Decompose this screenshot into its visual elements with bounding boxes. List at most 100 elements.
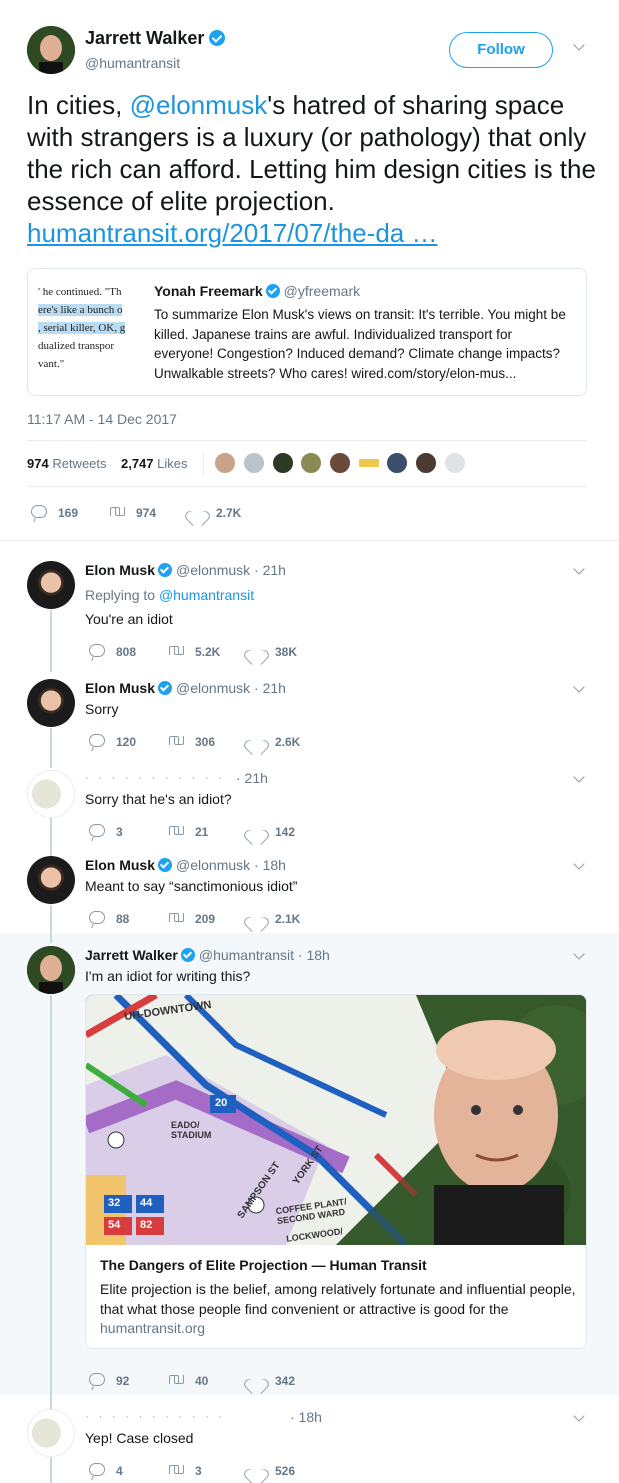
- article-link[interactable]: humantransit.org/2017/07/the-da …: [27, 218, 437, 248]
- follow-button[interactable]: Follow: [449, 32, 553, 68]
- retweet-count[interactable]: 306: [195, 735, 215, 749]
- reply-author[interactable]: · 21h: [236, 770, 268, 786]
- reply-icon[interactable]: [31, 505, 47, 518]
- liker-avatar[interactable]: [444, 452, 466, 474]
- quoted-tweet-card[interactable]: ' he continued. "Th ere's like a bunch o…: [27, 268, 587, 396]
- like-count[interactable]: 342: [275, 1374, 295, 1388]
- reply-time[interactable]: · 18h: [254, 857, 286, 873]
- like-icon[interactable]: [248, 824, 264, 838]
- tweet-timestamp[interactable]: 11:17 AM - 14 Dec 2017: [27, 411, 177, 427]
- reply-time[interactable]: · 21h: [254, 562, 286, 578]
- liker-avatar[interactable]: [214, 452, 236, 474]
- reply-icon[interactable]: [89, 734, 105, 747]
- likes-label[interactable]: Likes: [157, 456, 187, 471]
- reply-author[interactable]: Elon Musk @elonmusk · 18h: [85, 857, 286, 873]
- reply-author-handle[interactable]: @elonmusk: [176, 857, 250, 873]
- replying-to-link[interactable]: @humantransit: [159, 587, 254, 603]
- author-handle[interactable]: @humantransit: [85, 55, 180, 71]
- reply-time[interactable]: · 18h: [290, 1409, 322, 1425]
- reply-icon[interactable]: [89, 1373, 105, 1386]
- retweet-count[interactable]: 40: [195, 1374, 208, 1388]
- liker-avatar[interactable]: [243, 452, 265, 474]
- like-count[interactable]: 142: [275, 825, 295, 839]
- like-icon[interactable]: [248, 734, 264, 748]
- retweet-icon[interactable]: [167, 911, 185, 923]
- like-icon[interactable]: [248, 1373, 264, 1387]
- reply-time[interactable]: · 18h: [298, 947, 330, 963]
- like-count[interactable]: 2.7K: [216, 506, 241, 520]
- like-icon[interactable]: [248, 644, 264, 658]
- retweet-count[interactable]: 3: [195, 1464, 202, 1478]
- reply-time[interactable]: · 21h: [254, 680, 286, 696]
- chevron-down-icon[interactable]: [573, 773, 585, 785]
- author-name[interactable]: Jarrett Walker: [85, 28, 226, 49]
- reply-count[interactable]: 169: [58, 506, 78, 520]
- likes-count[interactable]: 2,747: [121, 456, 154, 471]
- reply-icon[interactable]: [89, 911, 105, 924]
- liker-avatar[interactable]: [300, 452, 322, 474]
- liker-avatar[interactable]: [386, 452, 408, 474]
- mention-link[interactable]: @elonmusk: [130, 90, 268, 120]
- retweet-count[interactable]: 21: [195, 825, 208, 839]
- avatar[interactable]: [27, 770, 75, 818]
- reply-author-name[interactable]: Elon Musk: [85, 857, 155, 873]
- reply-count[interactable]: 88: [116, 912, 129, 926]
- reply-count[interactable]: 3: [116, 825, 123, 839]
- reply-icon[interactable]: [89, 1463, 105, 1476]
- like-icon[interactable]: [189, 505, 205, 519]
- retweet-icon[interactable]: [167, 824, 185, 836]
- liker-avatar[interactable]: [415, 452, 437, 474]
- reply-icon[interactable]: [89, 644, 105, 657]
- likes-stat[interactable]: 2,747 Likes: [121, 456, 188, 471]
- reply-count[interactable]: 4: [116, 1464, 123, 1478]
- reply-count[interactable]: 808: [116, 645, 136, 659]
- like-icon[interactable]: [248, 911, 264, 925]
- chevron-down-icon[interactable]: [573, 1412, 585, 1424]
- avatar[interactable]: [27, 856, 75, 904]
- avatar[interactable]: [27, 946, 75, 994]
- reply-author-handle[interactable]: @elonmusk: [176, 562, 250, 578]
- chevron-down-icon[interactable]: [573, 860, 585, 872]
- avatar[interactable]: [27, 679, 75, 727]
- author-name-text[interactable]: Jarrett Walker: [85, 28, 204, 48]
- liker-avatar[interactable]: [358, 458, 380, 468]
- like-count[interactable]: 38K: [275, 645, 297, 659]
- reply-time[interactable]: · 21h: [236, 770, 268, 786]
- retweet-count[interactable]: 5.2K: [195, 645, 220, 659]
- reply-author[interactable]: Elon Musk @elonmusk · 21h: [85, 680, 286, 696]
- chevron-down-icon[interactable]: [573, 683, 585, 695]
- avatar[interactable]: [27, 1409, 75, 1457]
- chevron-down-icon[interactable]: [573, 41, 585, 53]
- card-title[interactable]: The Dangers of Elite Projection — Human …: [100, 1257, 427, 1273]
- retweet-count[interactable]: 209: [195, 912, 215, 926]
- like-count[interactable]: 2.6K: [275, 735, 300, 749]
- retweet-icon[interactable]: [108, 505, 126, 517]
- link-card[interactable]: UH-DOWNTOWN 20 EADO/ STADIUM 32 44 54 82…: [85, 994, 587, 1349]
- like-count[interactable]: 526: [275, 1464, 295, 1478]
- retweet-icon[interactable]: [167, 644, 185, 656]
- retweet-icon[interactable]: [167, 1463, 185, 1475]
- retweet-icon[interactable]: [167, 734, 185, 746]
- reply-author-name[interactable]: Jarrett Walker: [85, 947, 178, 963]
- reply-author-handle[interactable]: @humantransit: [199, 947, 294, 963]
- reply-author-name[interactable]: Elon Musk: [85, 562, 155, 578]
- reply-author[interactable]: Jarrett Walker @humantransit · 18h: [85, 947, 330, 963]
- like-icon[interactable]: [248, 1463, 264, 1477]
- reply-author-handle[interactable]: @elonmusk: [176, 680, 250, 696]
- like-count[interactable]: 2.1K: [275, 912, 300, 926]
- card-domain[interactable]: humantransit.org: [100, 1320, 205, 1336]
- reply-count[interactable]: 120: [116, 735, 136, 749]
- reply-author[interactable]: · 18h: [290, 1409, 322, 1425]
- reply-author-name[interactable]: Elon Musk: [85, 680, 155, 696]
- chevron-down-icon[interactable]: [573, 950, 585, 962]
- chevron-down-icon[interactable]: [573, 565, 585, 577]
- liker-avatar[interactable]: [272, 452, 294, 474]
- reply-author[interactable]: Elon Musk @elonmusk · 21h: [85, 562, 286, 578]
- reply-icon[interactable]: [89, 824, 105, 837]
- liker-avatar[interactable]: [329, 452, 351, 474]
- retweet-count[interactable]: 974: [136, 506, 156, 520]
- retweet-icon[interactable]: [167, 1373, 185, 1385]
- avatar[interactable]: [27, 561, 75, 609]
- retweets-count[interactable]: 974: [27, 456, 49, 471]
- author-avatar[interactable]: [27, 26, 75, 74]
